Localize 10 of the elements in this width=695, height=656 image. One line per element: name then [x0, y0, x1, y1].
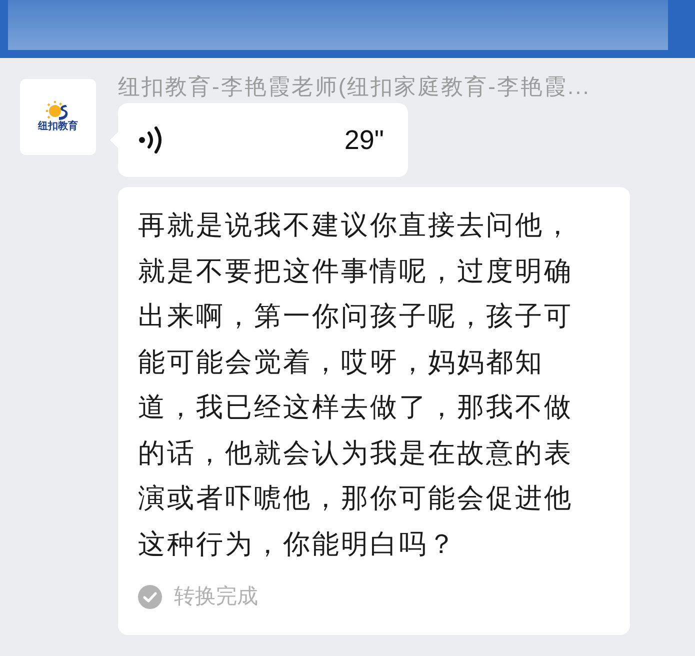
avatar[interactable]: 纽扣教育: [20, 79, 96, 155]
check-circle-icon: [138, 584, 162, 609]
voice-duration: 29": [344, 124, 384, 156]
conversion-status: 转换完成: [174, 584, 258, 610]
message-text: 再就是说我不建议你直接去问他，就是不要把这件事情呢，过度明确出来啊，第一你问孩子呢，孩子可能可能会觉着，哎呀，妈妈都知道，我已经这样去做了，那我不做的话，他就会认为我是在故意的表演或者吓唬他，那你可能会促进他这种行为，你能明白吗？: [138, 209, 574, 560]
sender-name: 纽扣教育-李艳霞老师(纽扣家庭教育-李艳霞...: [118, 73, 592, 101]
voice-message[interactable]: 29": [118, 103, 408, 177]
voice-wave-icon: [138, 126, 164, 154]
sun-logo-icon: [46, 101, 70, 121]
logo-text: 纽扣教育: [38, 121, 78, 133]
